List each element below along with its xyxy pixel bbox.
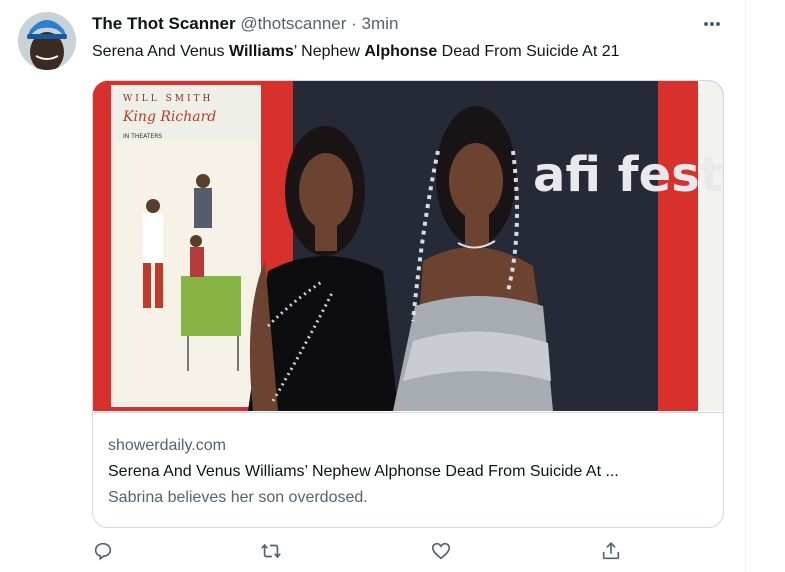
- poster-tagline: IN THEATERS: [123, 133, 162, 140]
- share-icon[interactable]: [600, 540, 630, 570]
- card-meta[interactable]: showerdaily.com Serena And Venus William…: [93, 412, 723, 527]
- tweet-text-part: Serena And Venus: [92, 43, 229, 60]
- tweet-text: Serena And Venus Williams’ Nephew Alphon…: [92, 42, 620, 62]
- more-options-icon[interactable]: [700, 14, 724, 34]
- timestamp[interactable]: 3min: [362, 14, 399, 33]
- retweet-icon[interactable]: [260, 540, 290, 570]
- tweet-text-bold: Williams: [229, 43, 294, 60]
- tweet-actions: [92, 540, 732, 570]
- backdrop-text: afi fest: [533, 147, 723, 203]
- card-image[interactable]: WILL SMITH King Richard IN THEATERS afi …: [93, 81, 723, 411]
- avatar[interactable]: [18, 12, 76, 70]
- link-card[interactable]: WILL SMITH King Richard IN THEATERS afi …: [92, 80, 724, 528]
- separator-dot: ·: [351, 14, 357, 33]
- user-handle[interactable]: @thotscanner: [240, 14, 346, 33]
- card-description: Sabrina believes her son overdosed.: [108, 489, 368, 506]
- tweet-text-bold: Alphonse: [364, 43, 438, 60]
- right-column-divider: [745, 0, 746, 572]
- tweet-text-part: ’ Nephew: [293, 43, 365, 60]
- card-title: Serena And Venus Williams’ Nephew Alphon…: [108, 463, 619, 480]
- display-name[interactable]: The Thot Scanner: [92, 14, 236, 33]
- poster-title: King Richard: [122, 109, 216, 125]
- card-domain: showerdaily.com: [108, 437, 226, 454]
- tweet: The Thot Scanner @thotscanner · 3min Ser…: [0, 0, 745, 572]
- tweet-text-part: Dead From Suicide At 21: [437, 43, 620, 60]
- poster-top-line: WILL SMITH: [123, 94, 213, 104]
- like-icon[interactable]: [430, 540, 460, 570]
- reply-icon[interactable]: [92, 540, 122, 570]
- tweet-header: The Thot Scanner @thotscanner · 3min: [92, 14, 398, 34]
